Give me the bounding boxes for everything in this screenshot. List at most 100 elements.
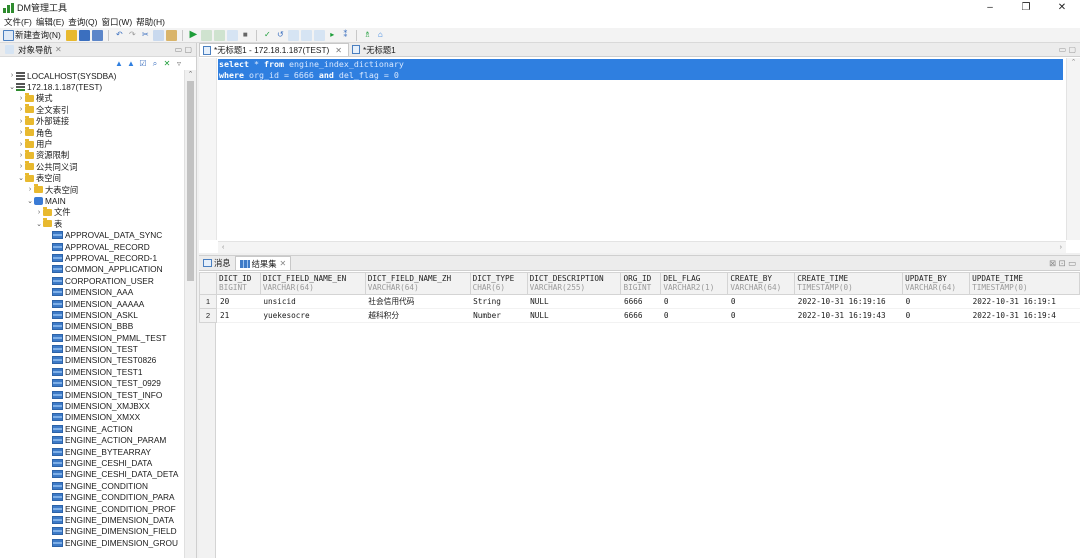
table-cell[interactable]: NULL (527, 294, 621, 309)
open-folder-icon[interactable] (65, 29, 77, 41)
disconnect-icon[interactable]: ▲ (126, 59, 136, 69)
format-icon[interactable] (287, 29, 299, 41)
rollback-icon[interactable]: ↺ (275, 30, 286, 41)
menu-window[interactable]: 窗口(W) (99, 16, 134, 28)
menu-edit[interactable]: 编辑(E) (34, 16, 66, 28)
execute-script-icon[interactable] (200, 29, 212, 41)
step-icon[interactable]: ▸ (327, 30, 338, 41)
tree-node[interactable]: ⌄ 172.18.1.187(TEST) (0, 81, 184, 92)
column-header[interactable]: UPDATE_TIME TIMESTAMP(0) (969, 272, 1080, 295)
scroll-up-icon[interactable]: ⌃ (185, 70, 196, 80)
editor-tab[interactable]: *无标题1 (349, 43, 402, 56)
tree-node[interactable]: DIMENSION_TEST0826 (0, 355, 184, 366)
tree-node[interactable]: › 模式 (0, 92, 184, 104)
table-cell[interactable]: yuekesocre (260, 308, 366, 323)
column-header[interactable]: ORG_ID BIGINT (620, 272, 662, 295)
column-header[interactable]: CREATE_TIME TIMESTAMP(0) (794, 272, 904, 295)
code-line[interactable]: select * from engine_index_dictionary (218, 59, 1063, 70)
scroll-left-icon[interactable]: ‹ (222, 244, 224, 251)
table-cell[interactable]: 2022-10-31 16:19:43 (794, 308, 903, 323)
tree-node[interactable]: ENGINE_CONDITION (0, 480, 184, 491)
tree-node[interactable]: DIMENSION_ASKL (0, 309, 184, 320)
home-icon[interactable]: ⌂ (375, 30, 386, 41)
table-cell[interactable]: 0 (902, 294, 970, 309)
restore-button[interactable]: ❐ (1008, 0, 1044, 15)
tree-node[interactable]: ENGINE_CESHI_DATA (0, 457, 184, 468)
editor-horizontal-scrollbar[interactable]: ‹ › (218, 241, 1066, 253)
scroll-right-icon[interactable]: › (1060, 244, 1062, 251)
pin-icon[interactable]: ♗ (362, 30, 373, 41)
tree-node[interactable]: DIMENSION_PMML_TEST (0, 332, 184, 343)
new-query-button[interactable]: 新建查询(N) (2, 29, 61, 41)
tree-node[interactable]: DIMENSION_XMXX (0, 412, 184, 423)
chevron-down-icon[interactable]: ⌄ (8, 83, 16, 91)
table-cell[interactable]: 0 (660, 308, 728, 323)
tree-node[interactable]: DIMENSION_AAAAA (0, 298, 184, 309)
debug-icon[interactable] (226, 29, 238, 41)
editor-tab[interactable]: *无标题1 - 172.18.1.187(TEST) ✕ (199, 43, 349, 56)
copy-icon[interactable] (152, 29, 164, 41)
table-cell[interactable]: 20 (216, 294, 261, 309)
history-icon[interactable] (300, 29, 312, 41)
tree-node[interactable]: ⌄ MAIN (0, 195, 184, 206)
tree-node[interactable]: DIMENSION_TEST (0, 343, 184, 354)
tree-node[interactable]: APPROVAL_RECORD (0, 241, 184, 252)
tree-node[interactable]: DIMENSION_TEST_INFO (0, 389, 184, 400)
tree-node[interactable]: ENGINE_CONDITION_PROF (0, 503, 184, 514)
tree-node[interactable]: ENGINE_DIMENSION_GROU (0, 537, 184, 548)
undo-icon[interactable]: ↶ (114, 30, 125, 41)
execute-icon[interactable]: ▶ (188, 30, 199, 41)
chevron-right-icon[interactable]: › (8, 72, 16, 79)
chevron-right-icon[interactable]: › (35, 209, 43, 216)
navigator-minimize-icon[interactable]: ▭ ▢ (175, 45, 192, 54)
editor-maximize-icon[interactable]: ▭ ▢ (1059, 45, 1076, 54)
tree-node[interactable]: › LOCALHOST(SYSDBA) (0, 70, 184, 81)
tree-node[interactable]: ENGINE_DIMENSION_FIELD (0, 526, 184, 537)
tree-node[interactable]: DIMENSION_AAA (0, 286, 184, 297)
column-header[interactable]: DICT_TYPE CHAR(6) (469, 272, 528, 295)
cut-icon[interactable]: ✂ (140, 30, 151, 41)
table-cell[interactable]: String (470, 294, 528, 309)
tree-node[interactable]: ⌄ 表 (0, 218, 184, 229)
tree-node[interactable]: ENGINE_ACTION (0, 423, 184, 434)
tree-node[interactable]: › 资源限制 (0, 149, 184, 161)
result-tab[interactable]: 消息 (199, 256, 235, 270)
table-cell[interactable]: 0 (727, 308, 795, 323)
tree-node[interactable]: › 用户 (0, 138, 184, 149)
tree-node[interactable]: › 大表空间 (0, 184, 184, 195)
tree-node[interactable]: › 角色 (0, 127, 184, 138)
stop-icon[interactable]: ■ (240, 30, 251, 41)
table-cell[interactable]: 2022-10-31 16:19:4 (969, 308, 1080, 323)
paste-icon[interactable] (165, 29, 177, 41)
table-row[interactable]: 2 21 yuekesocre 越科积分 Number NULL 6666 0 0 2022-10… (199, 308, 1080, 323)
tree-node[interactable]: ENGINE_DIMENSION_DATA (0, 514, 184, 525)
table-cell[interactable]: 2022-10-31 16:19:16 (794, 294, 903, 309)
menu-query[interactable]: 查询(Q) (66, 16, 99, 28)
tree-node[interactable]: DIMENSION_XMJBXX (0, 400, 184, 411)
menu-file[interactable]: 文件(F) (2, 16, 34, 28)
chevron-down-icon[interactable]: ⌄ (17, 174, 25, 182)
redo-icon[interactable]: ↷ (127, 30, 138, 41)
close-tab-icon[interactable]: ✕ (280, 259, 287, 268)
tree-node[interactable]: DIMENSION_BBB (0, 321, 184, 332)
tree-node[interactable]: COMMON_APPLICATION (0, 264, 184, 275)
column-header[interactable]: DICT_FIELD_NAME_EN VARCHAR(64) (259, 272, 366, 295)
tree-scroll-thumb[interactable] (187, 81, 194, 281)
table-cell[interactable]: 0 (660, 294, 728, 309)
result-panel-controls[interactable]: ⊠ ⊡ ▭ (1049, 258, 1076, 269)
table-cell[interactable]: unsicid (260, 294, 366, 309)
tree-node[interactable]: ⌄ 表空间 (0, 172, 184, 184)
column-header[interactable]: DEL_FLAG VARCHAR2(1) (660, 272, 729, 295)
row-number[interactable]: 1 (199, 294, 217, 309)
menu-help[interactable]: 帮助(H) (134, 16, 167, 28)
table-cell[interactable]: 6666 (620, 308, 661, 323)
edit-icon[interactable]: ☑ (138, 59, 148, 69)
row-number[interactable]: 2 (199, 308, 217, 323)
search-icon[interactable]: ⌕ (150, 59, 160, 69)
tree-node[interactable]: APPROVAL_DATA_SYNC (0, 229, 184, 240)
code-line[interactable]: where org_id = 6666 and del_flag = 0 (218, 69, 1063, 80)
column-header[interactable]: DICT_ID BIGINT (215, 272, 261, 295)
tree-node[interactable]: ENGINE_CESHI_DATA_DETA (0, 469, 184, 480)
tree-node[interactable]: › 文件 (0, 206, 184, 218)
close-window-button[interactable]: ✕ (1044, 0, 1080, 15)
